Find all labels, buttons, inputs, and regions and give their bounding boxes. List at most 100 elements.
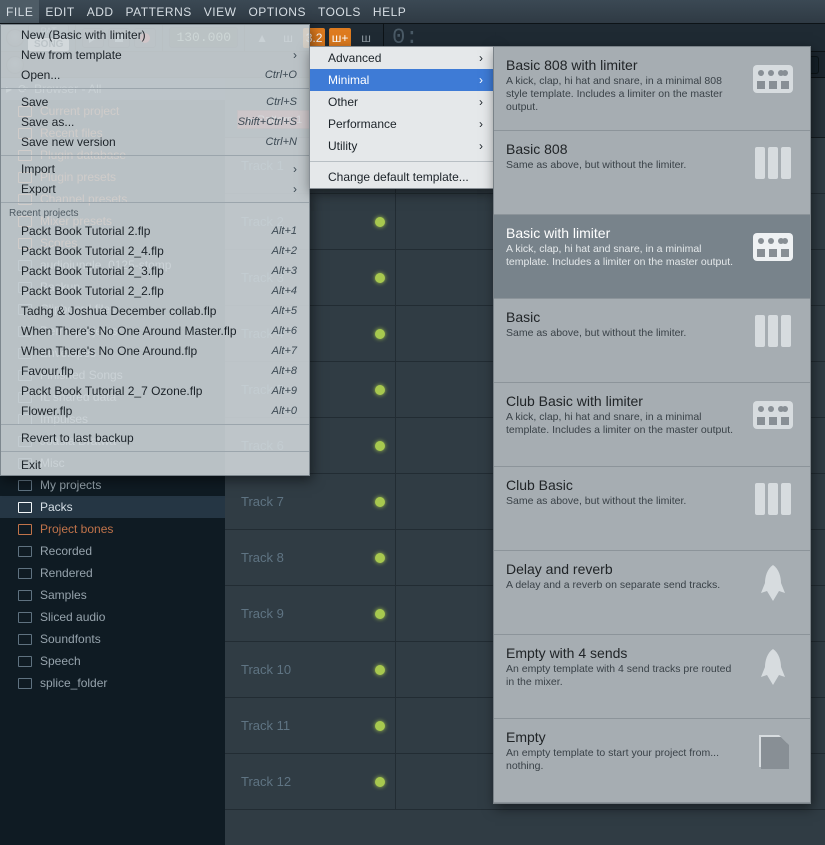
browser-item[interactable]: Packs <box>0 496 225 518</box>
browser-item[interactable]: Project bones <box>0 518 225 540</box>
menu-tools[interactable]: TOOLS <box>312 0 367 23</box>
track-enable-dot[interactable] <box>375 497 385 507</box>
submenu-arrow-icon: › <box>479 139 483 153</box>
menu-item[interactable]: Import› <box>1 159 309 179</box>
browser-item[interactable]: Soundfonts <box>0 628 225 650</box>
menu-view[interactable]: VIEW <box>198 0 243 23</box>
template-preview-panel: Basic 808 with limiterA kick, clap, hi h… <box>493 46 811 804</box>
menu-item-label: Favour.flp <box>21 364 74 378</box>
menu-item-label: Packt Book Tutorial 2_7 Ozone.flp <box>21 384 202 398</box>
template-thumb-icon <box>748 477 798 521</box>
menu-item[interactable]: Flower.flpAlt+0 <box>1 401 309 421</box>
template-category-item[interactable]: Advanced› <box>310 47 493 69</box>
menu-item-label: Packt Book Tutorial 2_3.flp <box>21 264 164 278</box>
template-title: Club Basic <box>506 477 738 493</box>
track-enable-dot[interactable] <box>375 609 385 619</box>
template-item[interactable]: Basic 808Same as above, but without the … <box>494 131 810 215</box>
menu-shortcut: Ctrl+N <box>266 136 297 148</box>
template-category-item[interactable]: Performance› <box>310 113 493 135</box>
track-enable-dot[interactable] <box>375 665 385 675</box>
submenu-arrow-icon: › <box>293 182 297 196</box>
browser-item[interactable]: Speech <box>0 650 225 672</box>
menu-item[interactable]: Packt Book Tutorial 2_4.flpAlt+2 <box>1 241 309 261</box>
template-item[interactable]: Club Basic with limiterA kick, clap, hi … <box>494 383 810 467</box>
menu-item[interactable]: Revert to last backup <box>1 428 309 448</box>
menu-separator <box>310 161 493 162</box>
menu-item-label: Save <box>21 95 48 109</box>
track-enable-dot[interactable] <box>375 441 385 451</box>
menu-item[interactable]: When There's No One Around.flpAlt+7 <box>1 341 309 361</box>
menu-item[interactable]: Save new versionCtrl+N <box>1 132 309 152</box>
menu-item[interactable]: SaveCtrl+S <box>1 92 309 112</box>
menu-separator <box>1 451 309 452</box>
menu-separator <box>1 424 309 425</box>
menu-item[interactable]: Packt Book Tutorial 2_7 Ozone.flpAlt+9 <box>1 381 309 401</box>
track-enable-dot[interactable] <box>375 273 385 283</box>
loop-icon[interactable]: ш <box>355 28 377 48</box>
template-item[interactable]: Club BasicSame as above, but without the… <box>494 467 810 551</box>
template-item[interactable]: BasicSame as above, but without the limi… <box>494 299 810 383</box>
template-title: Empty <box>506 729 738 745</box>
template-category-item[interactable]: Change default template... <box>310 166 493 188</box>
menu-item[interactable]: Open...Ctrl+O <box>1 65 309 85</box>
menu-help[interactable]: HELP <box>367 0 412 23</box>
browser-item-label: Recorded <box>40 544 92 558</box>
template-title: Basic <box>506 309 738 325</box>
folder-icon <box>18 678 32 689</box>
menu-shortcut: Alt+0 <box>272 405 297 417</box>
track-enable-dot[interactable] <box>375 553 385 563</box>
menu-item[interactable]: New (Basic with limiter) <box>1 25 309 45</box>
submenu-arrow-icon: › <box>293 48 297 62</box>
menu-item[interactable]: When There's No One Around Master.flpAlt… <box>1 321 309 341</box>
track-label: Track 7 <box>225 494 375 509</box>
template-category-item[interactable]: Utility › <box>310 135 493 157</box>
menu-patterns[interactable]: PATTERNS <box>120 0 198 23</box>
menu-edit[interactable]: EDIT <box>39 0 80 23</box>
track-enable-dot[interactable] <box>375 385 385 395</box>
browser-item[interactable]: Samples <box>0 584 225 606</box>
menu-separator <box>1 88 309 89</box>
menu-options[interactable]: OPTIONS <box>242 0 312 23</box>
menu-add[interactable]: ADD <box>81 0 120 23</box>
template-item[interactable]: EmptyAn empty template to start your pro… <box>494 719 810 803</box>
template-thumb-icon <box>748 729 798 773</box>
menu-item[interactable]: Save as...Shift+Ctrl+S <box>1 112 309 132</box>
menu-item[interactable]: Packt Book Tutorial 2.flpAlt+1 <box>1 221 309 241</box>
browser-item[interactable]: Rendered <box>0 562 225 584</box>
template-title: Empty with 4 sends <box>506 645 738 661</box>
category-label: Performance <box>328 117 397 131</box>
menu-item[interactable]: Favour.flpAlt+8 <box>1 361 309 381</box>
menu-item-label: New from template <box>21 48 122 62</box>
track-enable-dot[interactable] <box>375 721 385 731</box>
category-label: Utility <box>328 139 357 153</box>
menu-file[interactable]: FILE <box>0 0 39 23</box>
browser-item-label: Project bones <box>40 522 113 536</box>
template-category-item[interactable]: Other› <box>310 91 493 113</box>
template-category-item[interactable]: Minimal› <box>310 69 493 91</box>
menu-shortcut: Shift+Ctrl+S <box>238 116 297 128</box>
browser-item-label: Samples <box>40 588 87 602</box>
menu-item[interactable]: Packt Book Tutorial 2_2.flpAlt+4 <box>1 281 309 301</box>
menu-item[interactable]: Exit <box>1 455 309 475</box>
template-thumb-icon <box>748 225 798 269</box>
menu-item[interactable]: Tadhg & Joshua December collab.flpAlt+5 <box>1 301 309 321</box>
menu-item[interactable]: New from template › <box>1 45 309 65</box>
category-label: Advanced <box>328 51 381 65</box>
track-enable-dot[interactable] <box>375 329 385 339</box>
template-title: Basic with limiter <box>506 225 738 241</box>
menu-item[interactable]: Packt Book Tutorial 2_3.flpAlt+3 <box>1 261 309 281</box>
blend-icon[interactable]: ш+ <box>329 28 351 48</box>
template-item[interactable]: Basic 808 with limiterA kick, clap, hi h… <box>494 47 810 131</box>
template-item[interactable]: Empty with 4 sendsAn empty template with… <box>494 635 810 719</box>
browser-item[interactable]: Recorded <box>0 540 225 562</box>
track-enable-dot[interactable] <box>375 777 385 787</box>
template-thumb-icon <box>748 309 798 353</box>
browser-item[interactable]: Sliced audio <box>0 606 225 628</box>
track-enable-dot[interactable] <box>375 217 385 227</box>
browser-item[interactable]: splice_folder <box>0 672 225 694</box>
template-item[interactable]: Basic with limiterA kick, clap, hi hat a… <box>494 215 810 299</box>
menu-section-label: Recent projects <box>1 206 309 221</box>
template-item[interactable]: Delay and reverbA delay and a reverb on … <box>494 551 810 635</box>
browser-item[interactable]: My projects <box>0 474 225 496</box>
menu-item[interactable]: Export› <box>1 179 309 199</box>
